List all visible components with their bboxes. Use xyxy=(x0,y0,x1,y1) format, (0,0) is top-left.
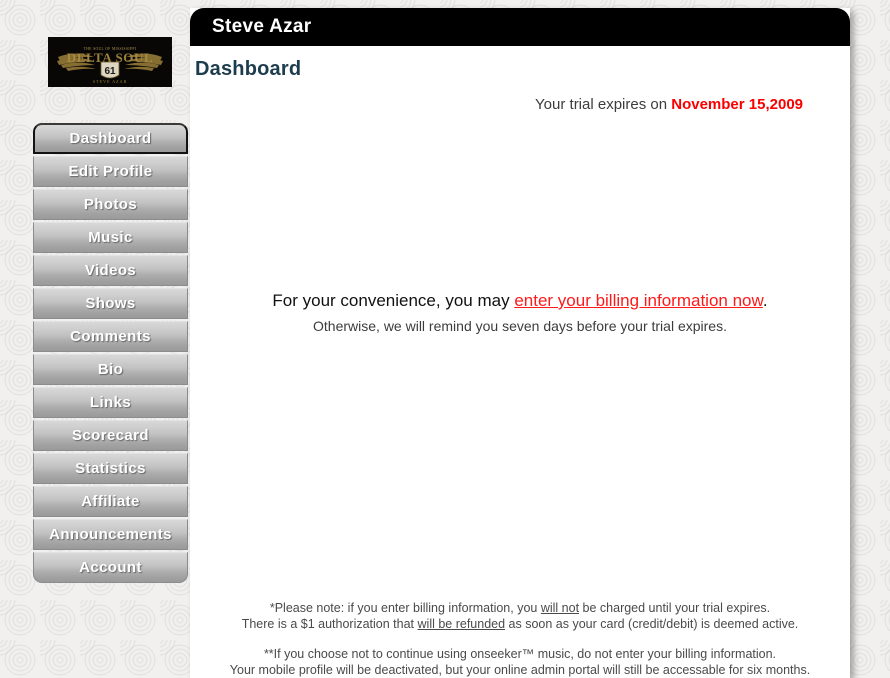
sidebar-item-label: Scorecard xyxy=(72,427,149,444)
sidebar-item-bio[interactable]: Bio xyxy=(33,354,188,385)
footnote-line-1: *Please note: if you enter billing infor… xyxy=(190,600,850,616)
sidebar-item-label: Bio xyxy=(97,361,124,378)
sidebar-item-photos[interactable]: Photos xyxy=(33,189,188,220)
billing-reminder: Otherwise, we will remind you seven days… xyxy=(313,318,727,334)
sidebar-item-label: Comments xyxy=(70,328,151,345)
footnote-spacer xyxy=(190,632,850,646)
sidebar-item-label: Links xyxy=(89,394,132,411)
sidebar-item-label: Account xyxy=(79,559,142,576)
enter-billing-information-link[interactable]: enter your billing information now xyxy=(514,291,763,310)
sidebar-item-music[interactable]: Music xyxy=(33,222,188,253)
sidebar-item-label: Shows xyxy=(85,295,136,312)
footnote-2-suffix: as soon as your card (credit/debit) is d… xyxy=(505,617,799,631)
billing-prompt: For your convenience, you may enter your… xyxy=(190,290,850,312)
sidebar-item-affiliate[interactable]: Affiliate xyxy=(33,486,188,517)
footnote-line-3: **If you choose not to continue using on… xyxy=(263,647,777,661)
svg-text:61: 61 xyxy=(104,66,116,77)
sidebar-item-label: Edit Profile xyxy=(68,163,153,180)
sidebar-item-label: Photos xyxy=(83,196,138,213)
page-title: Dashboard xyxy=(195,58,302,80)
trial-expiry-date: November 15,2009 xyxy=(671,96,803,113)
sidebar-item-label: Music xyxy=(88,229,133,246)
sidebar: THE SOUL OF MISSISSIPPI DELTA SOUL 61 ST… xyxy=(0,0,190,678)
footnote-2-emphasis: will be refunded xyxy=(417,617,506,631)
sidebar-item-comments[interactable]: Comments xyxy=(33,321,188,352)
main-panel: Steve Azar Dashboard Your trial expires … xyxy=(190,8,850,678)
site-logo[interactable]: THE SOUL OF MISSISSIPPI DELTA SOUL 61 ST… xyxy=(48,37,172,87)
sidebar-item-label: Announcements xyxy=(49,526,172,543)
account-title: Steve Azar xyxy=(212,16,312,37)
billing-prompt-prefix: For your convenience, you may xyxy=(272,291,515,310)
trial-status: Your trial expires on November 15,2009 xyxy=(535,96,803,113)
footnote-line-2: There is a $1 authorization that will be… xyxy=(190,616,850,632)
footnote-1-suffix: be charged until your trial expires. xyxy=(579,601,771,615)
sidebar-item-dashboard[interactable]: Dashboard xyxy=(33,123,188,154)
sidebar-item-label: Videos xyxy=(84,262,137,279)
sidebar-item-label: Dashboard xyxy=(69,130,152,147)
sidebar-nav: Dashboard Edit Profile Photos Music Vide… xyxy=(33,123,188,585)
trial-prefix-label: Your trial expires on xyxy=(535,96,668,113)
footnote-1-prefix: *Please note: if you enter billing infor… xyxy=(269,601,541,615)
sidebar-item-scorecard[interactable]: Scorecard xyxy=(33,420,188,451)
sidebar-item-statistics[interactable]: Statistics xyxy=(33,453,188,484)
sidebar-item-account[interactable]: Account xyxy=(33,552,188,583)
sidebar-item-videos[interactable]: Videos xyxy=(33,255,188,286)
title-bar: Steve Azar xyxy=(190,8,850,46)
billing-notice: For your convenience, you may enter your… xyxy=(190,290,850,336)
sidebar-item-announcements[interactable]: Announcements xyxy=(33,519,188,550)
svg-text:STEVE AZAR: STEVE AZAR xyxy=(93,79,127,84)
sidebar-item-label: Statistics xyxy=(75,460,146,477)
footnote-2-prefix: There is a $1 authorization that xyxy=(241,617,418,631)
winged-emblem-logo-icon: THE SOUL OF MISSISSIPPI DELTA SOUL 61 ST… xyxy=(48,37,172,87)
sidebar-item-shows[interactable]: Shows xyxy=(33,288,188,319)
sidebar-item-links[interactable]: Links xyxy=(33,387,188,418)
footnote-line-4: Your mobile profile will be deactivated,… xyxy=(229,663,811,677)
sidebar-item-edit-profile[interactable]: Edit Profile xyxy=(33,156,188,187)
footnotes: *Please note: if you enter billing infor… xyxy=(190,600,850,678)
footnote-1-emphasis: will not xyxy=(540,601,580,615)
page-root: THE SOUL OF MISSISSIPPI DELTA SOUL 61 ST… xyxy=(0,0,890,678)
billing-prompt-suffix: . xyxy=(762,291,768,310)
sidebar-item-label: Affiliate xyxy=(81,493,140,510)
